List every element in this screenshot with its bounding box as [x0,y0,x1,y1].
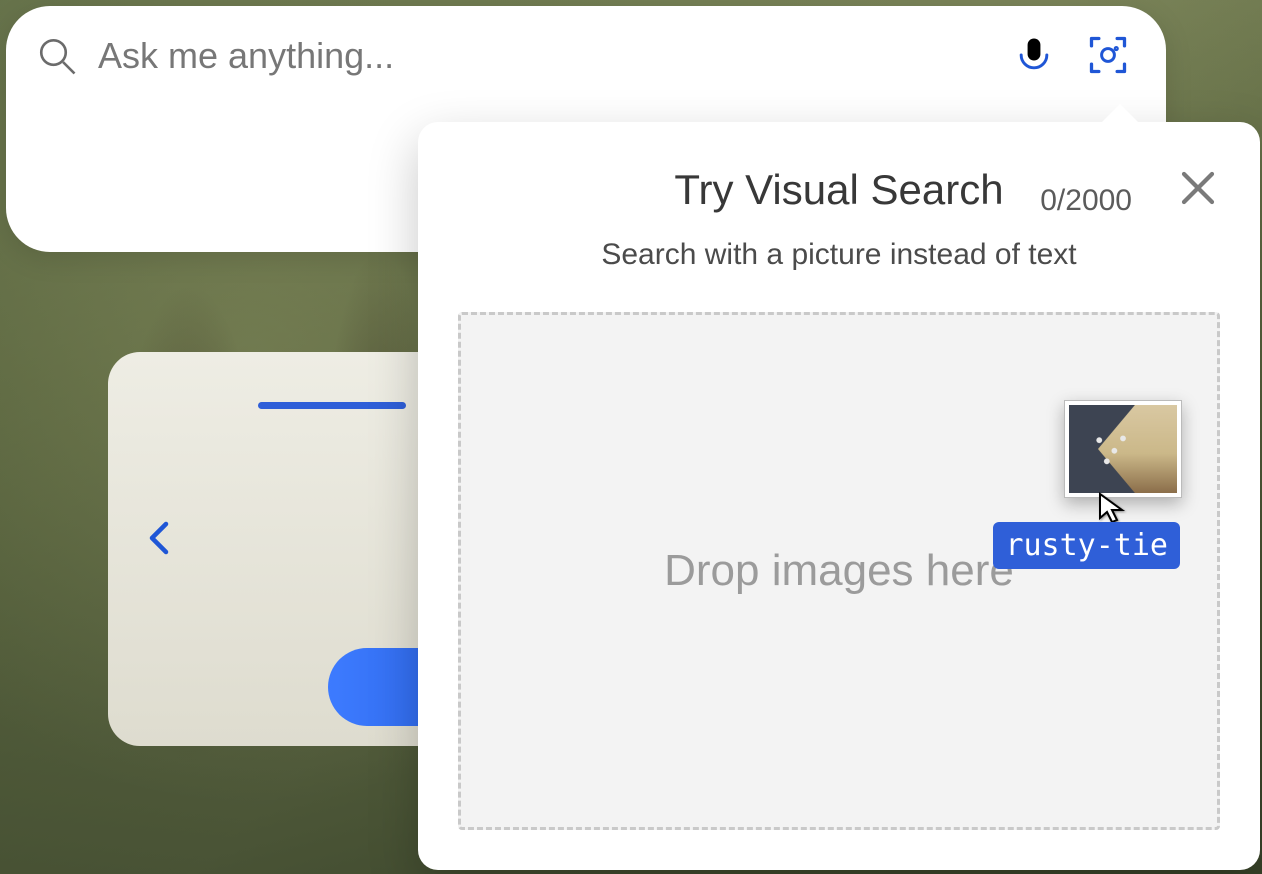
microphone-icon [1012,33,1056,77]
popup-subtitle: Search with a picture instead of text [418,238,1260,272]
char-counter: 0/2000 [1040,184,1132,218]
chevron-left-icon [152,524,166,552]
carousel-prev-button[interactable] [142,520,178,556]
dragged-file-label: rusty-tie [993,522,1180,569]
drop-zone-label: Drop images here [664,546,1014,596]
thumbnail-image [1069,405,1177,493]
dragged-thumbnail [1064,400,1182,498]
close-button[interactable] [1178,168,1218,208]
cursor-icon [1098,492,1126,526]
image-drop-zone[interactable]: Drop images here [458,312,1220,830]
visual-search-button[interactable] [1080,27,1136,86]
carousel-indicator-active[interactable] [258,402,406,409]
search-input[interactable] [98,35,988,77]
camera-icon [1086,33,1130,77]
close-icon [1178,168,1218,208]
voice-search-button[interactable] [1006,27,1062,86]
popup-title: Try Visual Search [418,166,1260,214]
search-icon [36,35,78,77]
visual-search-popup: Try Visual Search 0/2000 Search with a p… [418,122,1260,870]
